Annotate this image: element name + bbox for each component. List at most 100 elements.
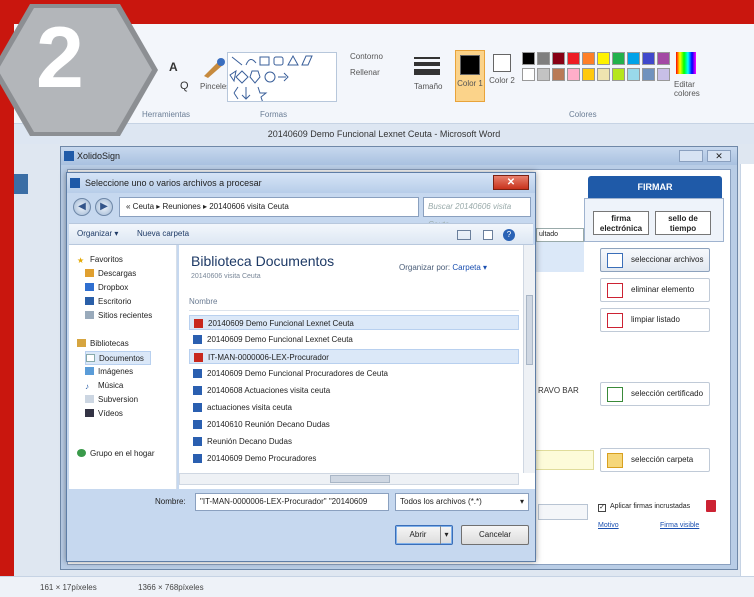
- group-colors-label: Colores: [569, 110, 597, 119]
- brushes-label: Pinceles: [200, 82, 231, 91]
- nav-musica[interactable]: ♪ Música: [85, 379, 123, 393]
- search-input[interactable]: Buscar 20140606 visita Ceuta: [423, 197, 531, 229]
- nueva-carpeta-button[interactable]: Nueva carpeta: [137, 224, 189, 244]
- nav-bibliotecas[interactable]: Bibliotecas: [77, 337, 129, 351]
- abrir-dropdown-icon[interactable]: ▾: [440, 526, 452, 544]
- firmar-tab[interactable]: FIRMAR: [588, 176, 722, 198]
- nav-videos[interactable]: Vídeos: [85, 407, 123, 421]
- color-swatch[interactable]: [627, 52, 640, 65]
- image-size-status: 1366 × 768píxeles: [138, 583, 204, 592]
- magnifier-tool[interactable]: Q: [180, 80, 189, 92]
- color1-button[interactable]: Color 1: [455, 50, 485, 102]
- color-swatch[interactable]: [612, 68, 625, 81]
- column-header-nombre[interactable]: Nombre: [189, 297, 519, 311]
- nav-sitios-recientes[interactable]: Sitios recientes: [85, 309, 152, 323]
- file-row[interactable]: 20140609 Demo Funcional Procuradores de …: [189, 366, 519, 381]
- vertical-scrollbar[interactable]: [523, 245, 535, 473]
- abrir-button[interactable]: Abrir ▾: [395, 525, 453, 545]
- file-row[interactable]: 20140609 Demo Funcional Lexnet Ceuta: [189, 332, 519, 347]
- color-swatch[interactable]: [657, 68, 670, 81]
- shapes-gallery[interactable]: [227, 52, 337, 104]
- nav-favoritos[interactable]: ★ Favoritos: [77, 253, 123, 267]
- nav-grupo-hogar[interactable]: Grupo en el hogar: [77, 447, 155, 461]
- seleccionar-archivos-button[interactable]: seleccionar archivos: [600, 248, 710, 272]
- color-swatch[interactable]: [522, 68, 535, 81]
- horizontal-scrollbar[interactable]: [179, 473, 519, 485]
- xolidosign-title: XolidoSign: [77, 151, 121, 161]
- address-bar[interactable]: « Ceuta ▸ Reuniones ▸ 20140606 visita Ce…: [119, 197, 419, 217]
- word-file-icon: [193, 386, 202, 395]
- size-icon[interactable]: [414, 54, 440, 76]
- edit-colors-icon[interactable]: [676, 52, 696, 74]
- result-column-header: ultado: [536, 228, 584, 242]
- nav-dropbox[interactable]: Dropbox: [85, 281, 128, 295]
- color-swatch[interactable]: [642, 68, 655, 81]
- color-swatch[interactable]: [597, 68, 610, 81]
- brush-icon[interactable]: [200, 54, 228, 80]
- color-swatch[interactable]: [597, 52, 610, 65]
- preview-pane-icon[interactable]: [483, 230, 493, 240]
- file-row[interactable]: 20140610 Reunión Decano Dudas: [189, 417, 519, 432]
- seleccion-carpeta-label: selección carpeta: [631, 455, 694, 464]
- motivo-link[interactable]: Motivo: [598, 522, 619, 529]
- word-file-icon: [193, 369, 202, 378]
- nav-subversion[interactable]: Subversion: [85, 393, 138, 407]
- seleccion-certificado-button[interactable]: selección certificado: [600, 382, 710, 406]
- address-row: ◀ ▶ « Ceuta ▸ Reuniones ▸ 20140606 visit…: [73, 197, 531, 229]
- folder-field[interactable]: [534, 450, 594, 470]
- limpiar-listado-button[interactable]: limpiar listado: [600, 308, 710, 332]
- color-swatch[interactable]: [582, 68, 595, 81]
- xolidosign-close-button[interactable]: ✕: [707, 150, 731, 162]
- back-arrow-icon[interactable]: ◀: [73, 198, 91, 216]
- file-row[interactable]: Reunión Decano Dudas: [189, 434, 519, 449]
- color-swatch[interactable]: [657, 52, 670, 65]
- color-swatch[interactable]: [537, 52, 550, 65]
- view-options-icon[interactable]: [457, 230, 471, 240]
- firma-visible-link[interactable]: Firma visible: [660, 522, 699, 529]
- file-row[interactable]: actuaciones visita ceuta: [189, 400, 519, 415]
- edit-colors-label[interactable]: Editar colores: [674, 80, 714, 98]
- seleccion-carpeta-button[interactable]: selección carpeta: [600, 448, 710, 472]
- color-swatch[interactable]: [567, 68, 580, 81]
- sello-tiempo-tab[interactable]: sello de tiempo: [655, 211, 711, 235]
- organizar-menu[interactable]: Organizar ▾: [77, 224, 118, 244]
- color-swatch[interactable]: [642, 52, 655, 65]
- text-tool[interactable]: A: [169, 60, 178, 74]
- file-row[interactable]: IT-MAN-0000006-LEX-Procurador: [189, 349, 519, 364]
- color2-button[interactable]: Color 2: [489, 50, 515, 102]
- fill-button[interactable]: Rellenar: [350, 68, 380, 77]
- file-row[interactable]: 20140608 Actuaciones visita ceuta: [189, 383, 519, 398]
- color-swatch[interactable]: [552, 68, 565, 81]
- motivo-combo[interactable]: [538, 504, 588, 520]
- nav-descargas[interactable]: Descargas: [85, 267, 136, 281]
- color-swatch[interactable]: [627, 68, 640, 81]
- color-swatch[interactable]: [567, 52, 580, 65]
- color-swatch[interactable]: [552, 52, 565, 65]
- contour-button[interactable]: Contorno: [350, 52, 383, 61]
- firma-electronica-tab[interactable]: firma electrónica: [593, 211, 649, 235]
- file-row[interactable]: 20140609 Demo Procuradores: [189, 451, 519, 466]
- file-row[interactable]: 20140609 Demo Funcional Lexnet Ceuta: [189, 315, 519, 330]
- file-list-pane: Biblioteca Documentos 20140606 visita Ce…: [179, 245, 535, 489]
- dialog-close-button[interactable]: ✕: [493, 175, 529, 190]
- color-swatch[interactable]: [612, 52, 625, 65]
- navigation-pane: ★ Favoritos Descargas Dropbox Escritorio …: [69, 245, 177, 489]
- clear-icon: [607, 313, 623, 328]
- nav-documentos[interactable]: Documentos: [85, 351, 151, 365]
- help-icon[interactable]: ?: [503, 229, 515, 241]
- color-swatch[interactable]: [537, 68, 550, 81]
- firmar-panel: firma electrónica sello de tiempo: [584, 198, 724, 242]
- forward-arrow-icon[interactable]: ▶: [95, 198, 113, 216]
- cancelar-button[interactable]: Cancelar: [461, 525, 529, 545]
- arrange-by[interactable]: Organizar por: Carpeta ▾: [399, 263, 487, 272]
- xolidosign-minimize-button[interactable]: [679, 150, 703, 162]
- color-swatch[interactable]: [522, 52, 535, 65]
- aplicar-firmas-checkbox[interactable]: ✓: [598, 504, 606, 512]
- color-swatch[interactable]: [582, 52, 595, 65]
- filename-input[interactable]: "IT-MAN-0000006-LEX-Procurador" "2014060…: [195, 493, 389, 511]
- nav-imagenes[interactable]: Imágenes: [85, 365, 133, 379]
- color-palette[interactable]: [522, 52, 682, 92]
- file-type-select[interactable]: Todos los archivos (*.*) ▾: [395, 493, 529, 511]
- nav-escritorio[interactable]: Escritorio: [85, 295, 131, 309]
- eliminar-elemento-button[interactable]: eliminar elemento: [600, 278, 710, 302]
